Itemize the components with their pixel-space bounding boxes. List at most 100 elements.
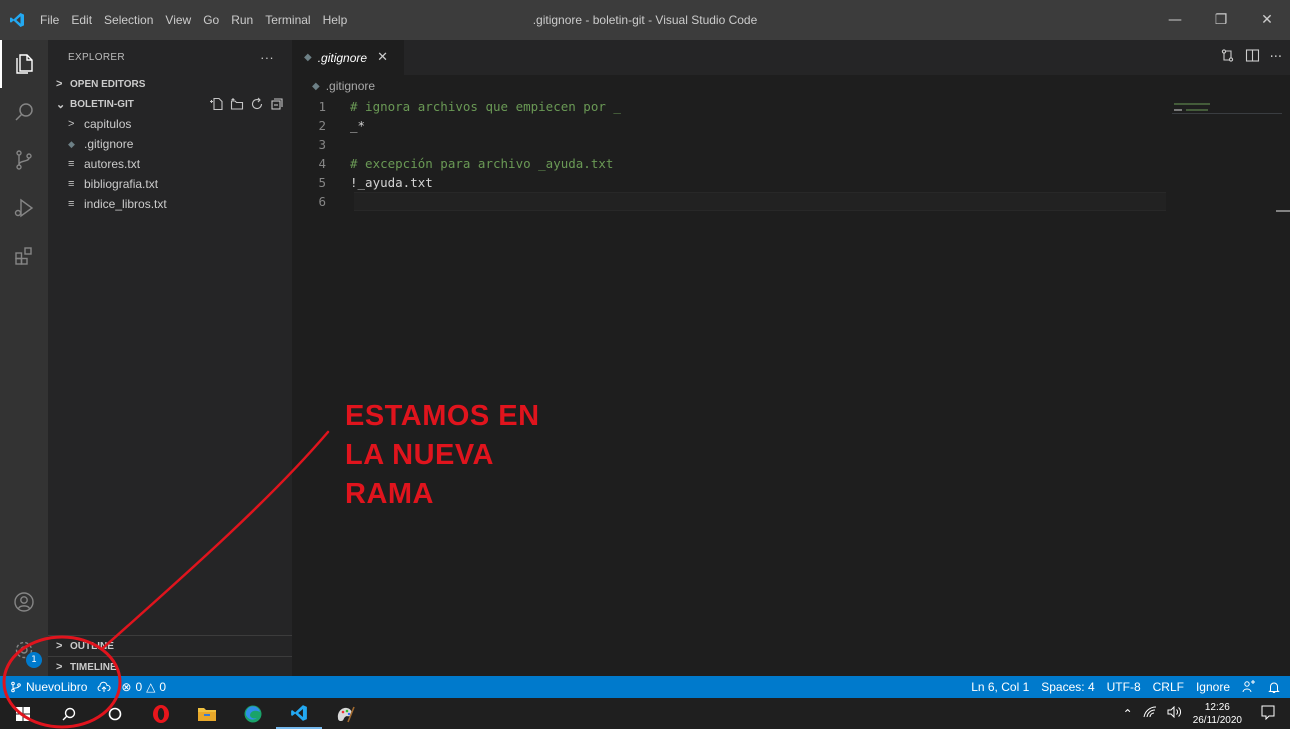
tree-item-bibliografia[interactable]: ≡ bibliografia.txt	[48, 174, 292, 194]
menu-edit[interactable]: Edit	[65, 0, 98, 40]
line-number: 4	[318, 156, 326, 171]
tree-item-autores[interactable]: ≡ autores.txt	[48, 154, 292, 174]
editor-area: ◆ .gitignore ✕ ··· ◆ .gitignore 1 # igno…	[292, 40, 1290, 676]
manage-gear-icon[interactable]: 1	[0, 626, 48, 674]
indentation[interactable]: Spaces: 4	[1041, 680, 1094, 694]
branch-name: NuevoLibro	[26, 680, 88, 694]
active-indicator	[0, 40, 2, 88]
chevron-right-icon: >	[56, 78, 63, 90]
end-of-line[interactable]: CRLF	[1153, 680, 1184, 694]
tree-item-capitulos[interactable]: > capitulos	[48, 114, 292, 134]
taskbar-search-icon[interactable]	[46, 698, 92, 729]
file-explorer-icon[interactable]	[184, 698, 230, 729]
files-icon[interactable]	[0, 40, 48, 88]
menu-view[interactable]: View	[159, 0, 197, 40]
tab-gitignore[interactable]: ◆ .gitignore ✕	[292, 40, 404, 75]
minimize-button[interactable]: —	[1152, 0, 1198, 40]
new-folder-icon[interactable]	[230, 97, 244, 111]
timeline-label: TIMELINE	[70, 661, 117, 673]
error-icon: ⊗	[121, 680, 132, 694]
status-bar: NuevoLibro ⊗ 0 △ 0 Ln 6, Col 1 Spaces: 4…	[0, 676, 1290, 698]
code-editor[interactable]: 1 # ignora archivos que empiecen por _ 2…	[292, 97, 1172, 211]
error-count: 0	[135, 680, 143, 694]
clock-date: 26/11/2020	[1192, 714, 1242, 726]
menu-terminal[interactable]: Terminal	[259, 0, 316, 40]
explorer-sidebar: EXPLORER ··· > OPEN EDITORS ⌄ BOLETIN-GI…	[48, 40, 292, 676]
explorer-title: EXPLORER	[68, 51, 125, 63]
line-content: # excepción para archivo _ayuda.txt	[350, 156, 614, 171]
code-line: 4 # excepción para archivo _ayuda.txt	[292, 154, 1172, 173]
vertical-scrollbar[interactable]	[1276, 97, 1290, 676]
wifi-icon[interactable]	[1143, 706, 1157, 721]
minimap-line	[1186, 109, 1208, 111]
close-icon[interactable]: ✕	[377, 50, 388, 65]
edge-browser-icon[interactable]	[230, 698, 276, 729]
publish-branch-button[interactable]	[97, 681, 111, 693]
timeline-panel: > TIMELINE	[48, 656, 292, 677]
split-editor-icon[interactable]	[1245, 48, 1260, 67]
encoding[interactable]: UTF-8	[1107, 680, 1141, 694]
tray-chevron-up-icon[interactable]: ⌃	[1123, 707, 1133, 721]
outline-section[interactable]: > OUTLINE	[48, 636, 292, 656]
system-clock[interactable]: 12:26 26/11/2020	[1193, 701, 1242, 727]
opera-browser-icon[interactable]	[138, 698, 184, 729]
gitignore-file-icon: ◆	[68, 138, 75, 149]
account-icon[interactable]	[0, 578, 48, 626]
explorer-more-button[interactable]: ···	[260, 50, 274, 65]
manage-badge: 1	[26, 652, 42, 668]
windows-start-icon[interactable]	[0, 698, 46, 729]
search-icon[interactable]	[0, 88, 48, 136]
tree-item-indice-libros[interactable]: ≡ indice_libros.txt	[48, 194, 292, 214]
annotation-line: ESTAMOS EN	[345, 400, 540, 432]
notification-center-icon[interactable]	[1252, 704, 1284, 723]
system-tray: ⌃ 12:26 26/11/2020	[1123, 698, 1290, 729]
breadcrumb-file[interactable]: .gitignore	[326, 79, 375, 93]
tree-item-label: capitulos	[84, 117, 132, 131]
menu-file[interactable]: File	[34, 0, 65, 40]
open-editors-section[interactable]: > OPEN EDITORS	[48, 74, 292, 94]
windows-taskbar: ⌃ 12:26 26/11/2020	[0, 698, 1290, 729]
text-file-icon: ≡	[68, 198, 75, 210]
cursor-position[interactable]: Ln 6, Col 1	[971, 680, 1029, 694]
annotation-text: ESTAMOS EN LA NUEVA RAMA	[345, 397, 540, 514]
folder-section[interactable]: ⌄ BOLETIN-GIT	[48, 94, 292, 114]
minimap[interactable]	[1172, 97, 1282, 157]
close-button[interactable]: ✕	[1244, 0, 1290, 40]
folder-actions	[210, 97, 292, 111]
restore-button[interactable]: ❐	[1198, 0, 1244, 40]
gitignore-file-icon: ◆	[312, 80, 320, 92]
tree-item-gitignore[interactable]: ◆ .gitignore	[48, 134, 292, 154]
menu-selection[interactable]: Selection	[98, 0, 159, 40]
branch-icon	[11, 681, 21, 693]
new-file-icon[interactable]	[210, 97, 224, 111]
run-debug-icon[interactable]	[0, 184, 48, 232]
vscode-logo-icon[interactable]	[0, 0, 34, 40]
menu-help[interactable]: Help	[317, 0, 354, 40]
refresh-icon[interactable]	[250, 97, 264, 111]
warning-count: 0	[159, 680, 167, 694]
notifications-bell-icon[interactable]	[1268, 681, 1280, 694]
tree-item-label: .gitignore	[84, 137, 134, 151]
extensions-icon[interactable]	[0, 232, 48, 280]
language-mode[interactable]: Ignore	[1196, 680, 1230, 694]
line-number: 2	[318, 118, 326, 133]
feedback-icon[interactable]	[1242, 680, 1256, 694]
menu-run[interactable]: Run	[225, 0, 259, 40]
timeline-section[interactable]: > TIMELINE	[48, 657, 292, 677]
collapse-all-icon[interactable]	[270, 97, 284, 111]
paint-app-icon[interactable]	[322, 698, 368, 729]
more-actions-icon[interactable]: ···	[1270, 50, 1282, 65]
problems-status[interactable]: ⊗ 0 △ 0	[121, 680, 166, 694]
outline-panel: > OUTLINE	[48, 635, 292, 656]
title-bar: File Edit Selection View Go Run Terminal…	[0, 0, 1290, 40]
source-control-icon[interactable]	[0, 136, 48, 184]
vscode-taskbar-icon[interactable]	[276, 698, 322, 729]
volume-icon[interactable]	[1167, 705, 1183, 721]
open-changes-icon[interactable]	[1220, 48, 1235, 67]
branch-status[interactable]: NuevoLibro	[10, 680, 87, 694]
gitignore-file-icon: ◆	[304, 52, 312, 63]
warning-icon: △	[146, 680, 156, 694]
clock-time: 12:26	[1204, 701, 1230, 713]
cortana-icon[interactable]	[92, 698, 138, 729]
menu-go[interactable]: Go	[197, 0, 225, 40]
